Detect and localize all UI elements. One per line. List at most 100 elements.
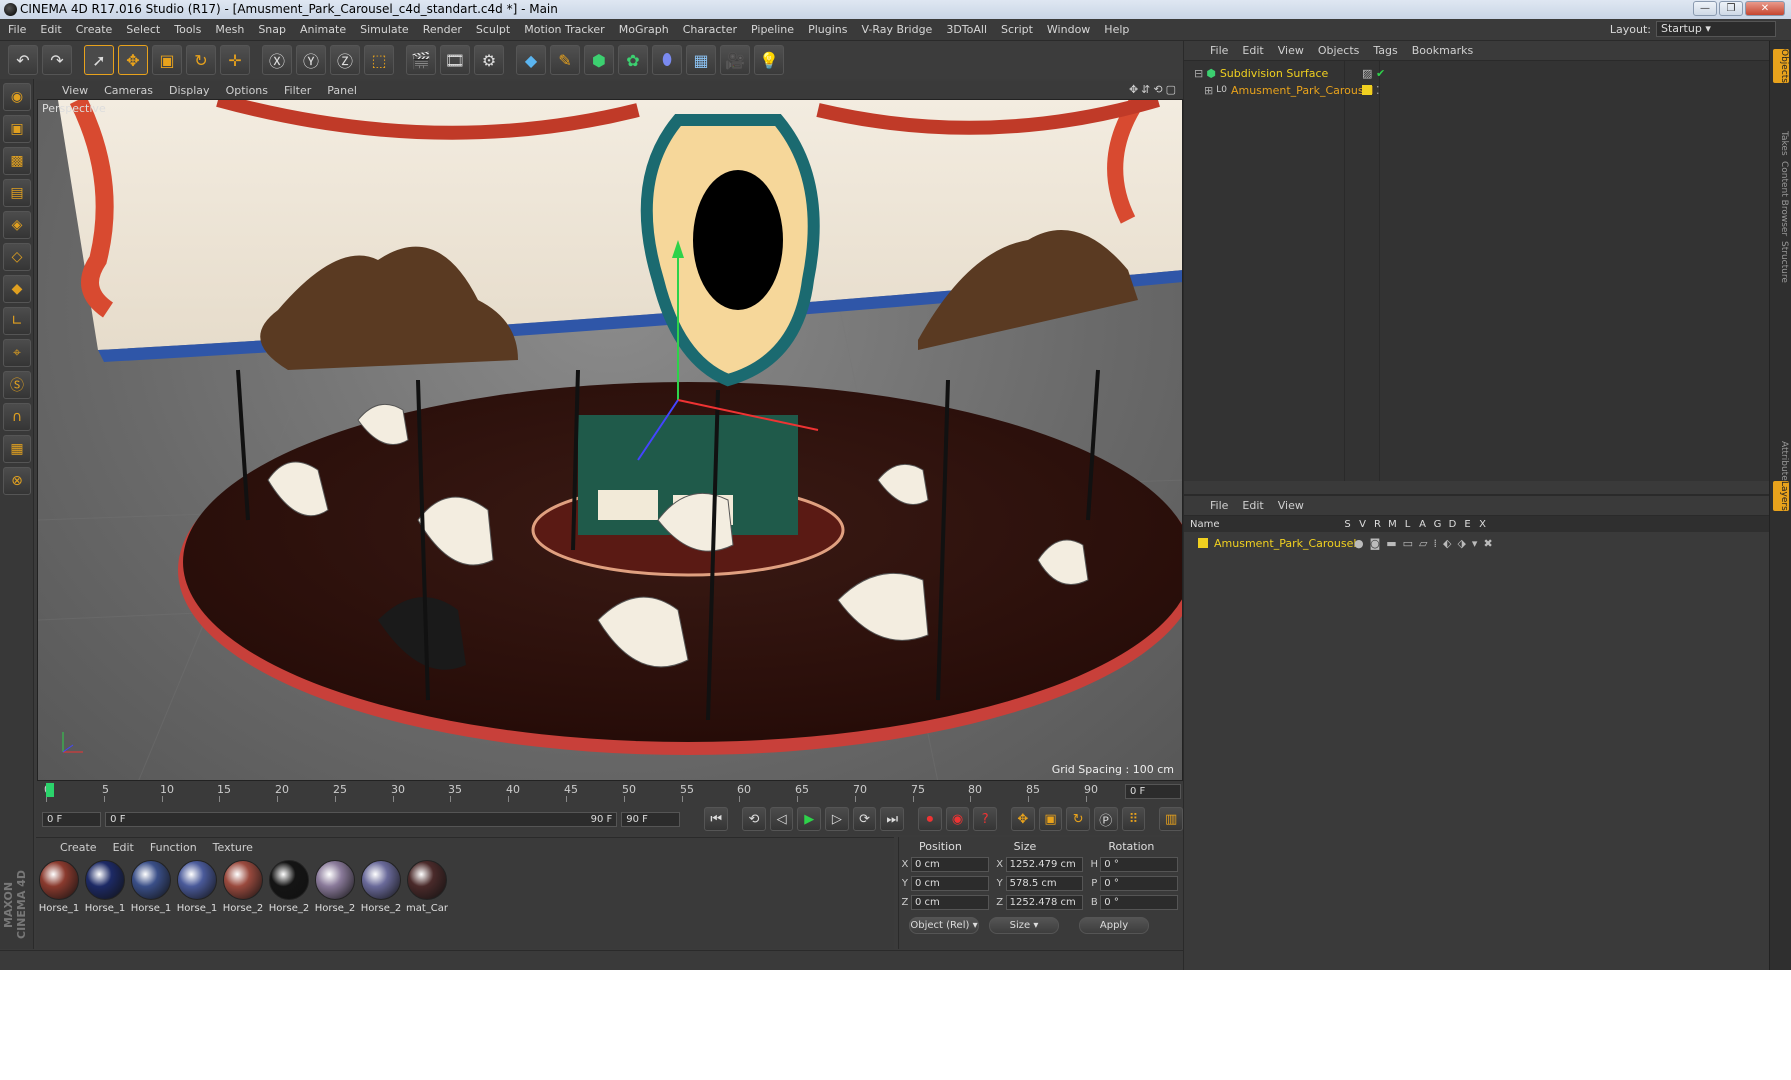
cube-icon[interactable]: ◆ xyxy=(516,45,546,75)
layer-column-s[interactable]: S xyxy=(1340,519,1355,530)
menu-window[interactable]: Window xyxy=(1047,23,1090,36)
snap-icon[interactable]: Ⓢ xyxy=(3,371,31,399)
layout-dropdown[interactable]: Startup ▾ xyxy=(1656,21,1776,37)
start-frame-field[interactable]: 0 F xyxy=(42,811,102,827)
right-tab-takes[interactable]: Takes xyxy=(1773,131,1789,156)
camera-icon[interactable]: 🎥 xyxy=(720,45,750,75)
coord-pos-field[interactable]: 0 cm xyxy=(910,876,989,891)
viewport-menu-filter[interactable]: Filter xyxy=(284,84,311,97)
texture-mode-icon[interactable]: ▩ xyxy=(3,147,31,175)
subdivision-icon[interactable]: ⬢ xyxy=(584,45,614,75)
menu-mesh[interactable]: Mesh xyxy=(215,23,244,36)
material-menu-create[interactable]: Create xyxy=(60,841,97,854)
timeline-window-icon[interactable]: ▥ xyxy=(1159,807,1183,831)
menu-animate[interactable]: Animate xyxy=(300,23,346,36)
viewport-menu-cameras[interactable]: Cameras xyxy=(104,84,153,97)
move-icon[interactable]: ✥ xyxy=(118,45,148,75)
right-tab-content-browser[interactable]: Content Browser xyxy=(1773,161,1789,236)
prev-frame-icon[interactable]: ◁ xyxy=(769,807,794,831)
enabled-check-icon[interactable]: ✔ xyxy=(1376,67,1385,80)
viewport-menu-view[interactable]: View xyxy=(62,84,88,97)
key-position-icon[interactable]: ✥ xyxy=(1011,807,1035,831)
layer-column-a[interactable]: A xyxy=(1415,519,1430,530)
layer-column-e[interactable]: E xyxy=(1460,519,1475,530)
layer-menu-file[interactable]: File xyxy=(1210,499,1228,512)
layer-color-swatch[interactable] xyxy=(1198,538,1208,548)
select-icon[interactable]: ➚ xyxy=(84,45,114,75)
workplane-icon[interactable]: ▤ xyxy=(3,179,31,207)
coord-pos-field[interactable]: 0 cm xyxy=(910,857,989,872)
menu-pipeline[interactable]: Pipeline xyxy=(751,23,794,36)
timeline[interactable]: 051015202530354045505560657075808590 0 F xyxy=(36,781,1183,803)
deformer-icon[interactable]: ⬮ xyxy=(652,45,682,75)
next-key-icon[interactable]: ⟳ xyxy=(852,807,877,831)
viewport[interactable]: Perspective Grid Spacing : 100 cm xyxy=(37,99,1183,781)
live-icon[interactable]: ✛ xyxy=(220,45,250,75)
menu-render[interactable]: Render xyxy=(423,23,462,36)
menu-simulate[interactable]: Simulate xyxy=(360,23,409,36)
layer-menu-view[interactable]: View xyxy=(1278,499,1304,512)
frame-range-slider[interactable]: 0 F 90 F xyxy=(105,811,618,827)
menu-snap[interactable]: Snap xyxy=(258,23,286,36)
visibility-dots-icon[interactable]: ▨ xyxy=(1362,67,1372,80)
prev-key-icon[interactable]: ⟲ xyxy=(742,807,766,831)
material-swatch[interactable]: Horse_1 xyxy=(38,860,80,914)
coord-rot-field[interactable]: 0 ° xyxy=(1100,857,1179,872)
z-axis-icon[interactable]: Ⓩ xyxy=(330,45,360,75)
menu-character[interactable]: Character xyxy=(683,23,737,36)
menu-tools[interactable]: Tools xyxy=(174,23,201,36)
x-axis-icon[interactable]: Ⓧ xyxy=(262,45,292,75)
right-tab-structure[interactable]: Structure xyxy=(1773,241,1789,283)
tweak-icon[interactable]: ⌖ xyxy=(3,339,31,367)
object-menu-tags[interactable]: Tags xyxy=(1373,44,1397,57)
polygons-mode-icon[interactable]: ◆ xyxy=(3,275,31,303)
floor-icon[interactable]: ▦ xyxy=(686,45,716,75)
material-swatch[interactable]: Horse_1 xyxy=(176,860,218,914)
right-tab-attributes[interactable]: Attributes xyxy=(1773,441,1789,485)
apply-button[interactable]: Apply xyxy=(1079,917,1149,934)
layer-color-swatch[interactable] xyxy=(1362,85,1372,95)
right-tab-layers[interactable]: Layers xyxy=(1773,481,1789,511)
undo-icon[interactable]: ↶ xyxy=(8,45,38,75)
go-to-end-icon[interactable]: ⏭ xyxy=(880,807,905,831)
right-tab-objects[interactable]: Objects xyxy=(1773,49,1789,84)
material-swatch[interactable]: mat_Car xyxy=(406,860,448,914)
object-row-subdivision[interactable]: ⊟ ⬢ Subdivision Surface ▨ ✔ xyxy=(1194,64,1385,82)
object-menu-view[interactable]: View xyxy=(1278,44,1304,57)
menu-sculpt[interactable]: Sculpt xyxy=(476,23,510,36)
play-icon[interactable]: ▶ xyxy=(797,807,822,831)
menu-help[interactable]: Help xyxy=(1104,23,1129,36)
y-axis-icon[interactable]: Ⓨ xyxy=(296,45,326,75)
menu-mograph[interactable]: MoGraph xyxy=(619,23,669,36)
layer-menu-edit[interactable]: Edit xyxy=(1242,499,1263,512)
collapse-icon[interactable]: ⊟ xyxy=(1194,67,1203,80)
object-menu-file[interactable]: File xyxy=(1210,44,1228,57)
rotate-icon[interactable]: ↻ xyxy=(186,45,216,75)
layer-column-l[interactable]: L xyxy=(1400,519,1415,530)
current-frame-field[interactable]: 0 F xyxy=(1125,784,1181,799)
menu-v-ray-bridge[interactable]: V-Ray Bridge xyxy=(861,23,932,36)
layer-column-x[interactable]: X xyxy=(1475,519,1490,530)
close-button[interactable]: ✕ xyxy=(1745,1,1785,16)
render-icon[interactable]: 🎞 xyxy=(440,45,470,75)
coord-icon[interactable]: ⬚ xyxy=(364,45,394,75)
key-rotation-icon[interactable]: ↻ xyxy=(1066,807,1090,831)
record-icon[interactable]: ⏺ xyxy=(918,807,942,831)
coord-mode-dropdown[interactable]: Object (Rel) ▾ xyxy=(909,917,979,934)
object-row-carousel[interactable]: ⊞ L0 Amusment_Park_Carousel ⁚ xyxy=(1204,81,1380,99)
material-menu-edit[interactable]: Edit xyxy=(113,841,134,854)
pen-icon[interactable]: ✎ xyxy=(550,45,580,75)
size-mode-dropdown[interactable]: Size ▾ xyxy=(989,917,1059,934)
coord-size-field[interactable]: 578.5 cm xyxy=(1005,876,1084,891)
render-settings-icon[interactable]: ⚙ xyxy=(474,45,504,75)
edges-mode-icon[interactable]: ◇ xyxy=(3,243,31,271)
array-icon[interactable]: ✿ xyxy=(618,45,648,75)
layer-column-d[interactable]: D xyxy=(1445,519,1460,530)
menu-create[interactable]: Create xyxy=(76,23,113,36)
redo-icon[interactable]: ↷ xyxy=(42,45,72,75)
coord-size-field[interactable]: 1252.479 cm xyxy=(1005,857,1084,872)
object-menu-objects[interactable]: Objects xyxy=(1318,44,1360,57)
playhead[interactable] xyxy=(46,783,54,797)
coord-rot-field[interactable]: 0 ° xyxy=(1100,876,1179,891)
key-param-icon[interactable]: Ⓟ xyxy=(1093,807,1118,831)
